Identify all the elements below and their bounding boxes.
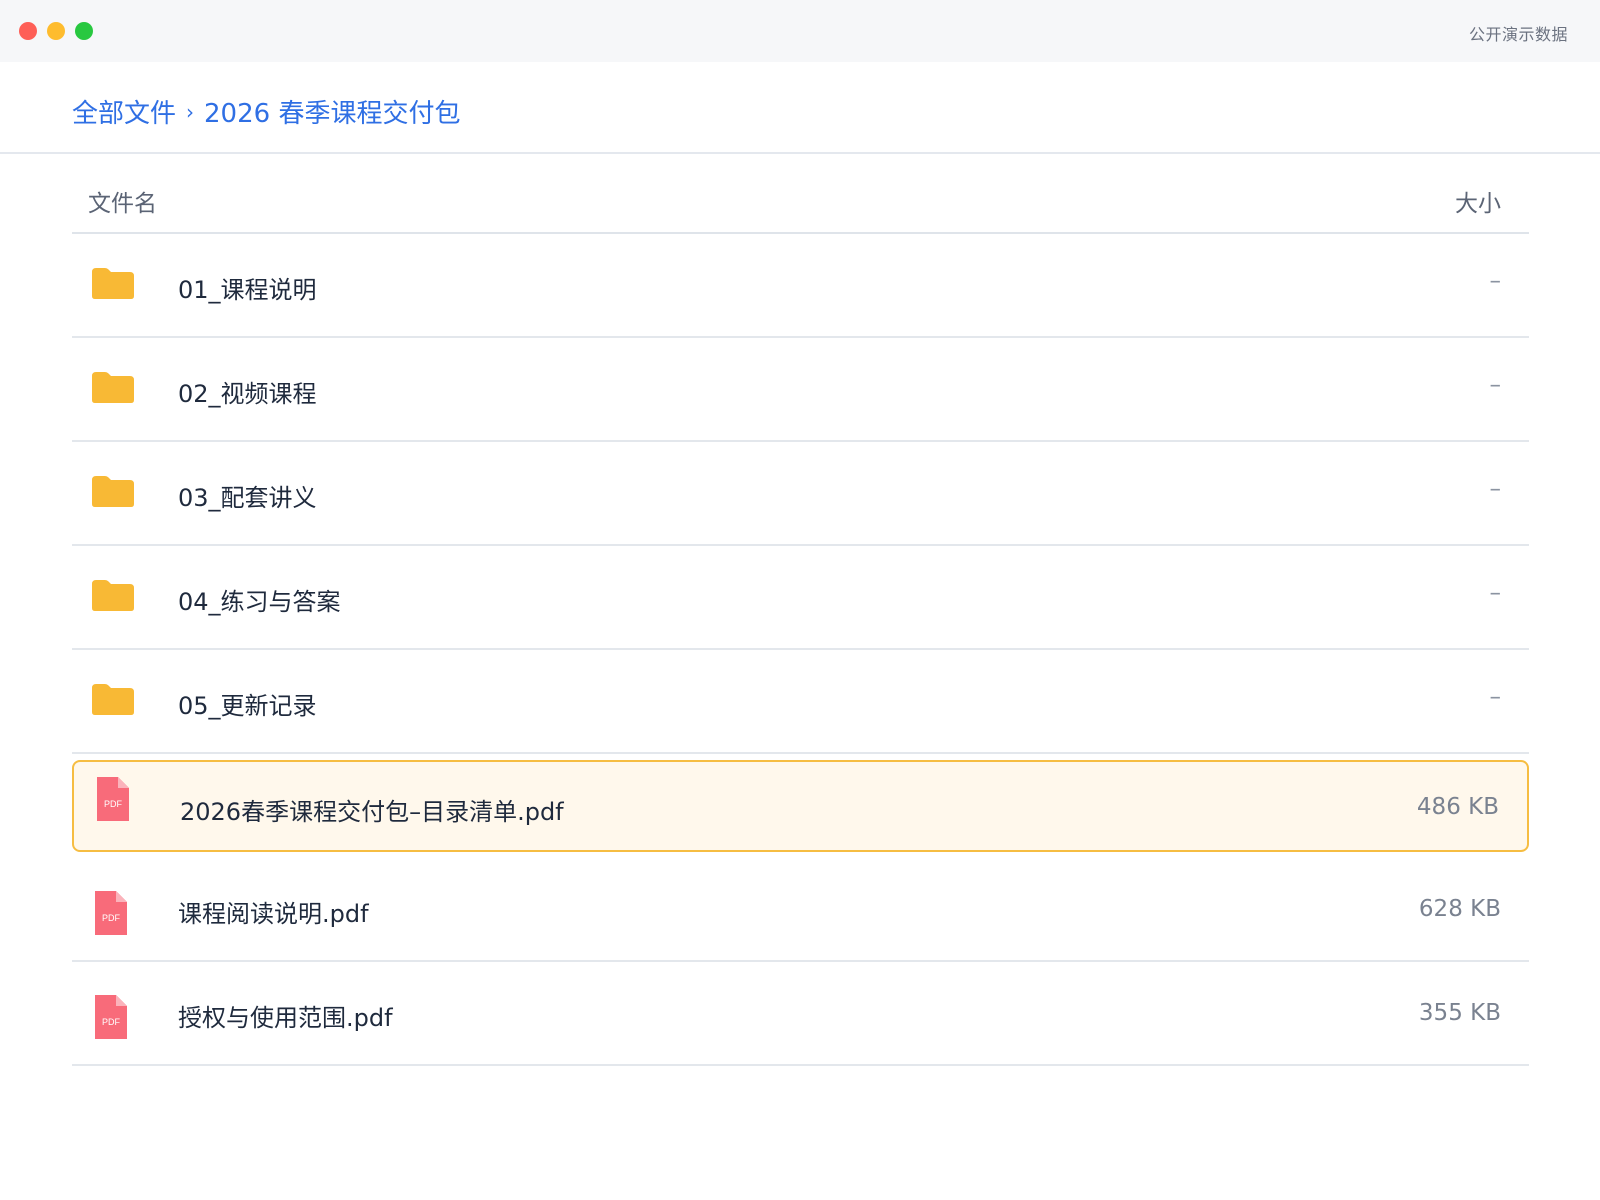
file-size: – xyxy=(1489,580,1502,606)
file-name: 03_配套讲义 xyxy=(178,484,317,512)
pdf-icon: PDF xyxy=(90,994,140,1040)
breadcrumb-separator-icon: › xyxy=(186,99,195,124)
breadcrumb: 全部文件 › 2026 春季课程交付包 xyxy=(72,93,460,130)
file-name: 2026春季课程交付包–目录清单.pdf xyxy=(180,798,564,826)
zoom-window-button[interactable] xyxy=(75,22,93,40)
breadcrumb-root[interactable]: 全部文件 xyxy=(72,93,176,130)
table-row[interactable]: 01_课程说明 – xyxy=(72,234,1529,338)
folder-icon xyxy=(90,370,140,416)
file-size: 486 KB xyxy=(1416,794,1499,820)
file-name: 课程阅读说明.pdf xyxy=(178,900,369,928)
file-name: 01_课程说明 xyxy=(178,276,317,304)
table-row[interactable]: PDF 课程阅读说明.pdf 628 KB xyxy=(72,858,1529,962)
folder-icon xyxy=(90,266,140,312)
pdf-icon-label: PDF xyxy=(104,799,123,809)
file-size: – xyxy=(1489,476,1502,502)
folder-icon xyxy=(90,474,140,520)
file-name: 05_更新记录 xyxy=(178,692,317,720)
pdf-icon-label: PDF xyxy=(102,1017,121,1027)
file-name: 04_练习与答案 xyxy=(178,588,341,616)
minimize-window-button[interactable] xyxy=(47,22,65,40)
pdf-icon: PDF xyxy=(92,776,142,822)
title-bar: 公开演示数据 xyxy=(0,0,1600,62)
column-header-size[interactable]: 大小 xyxy=(1455,184,1501,218)
folder-icon xyxy=(90,682,140,728)
table-row[interactable]: 02_视频课程 – xyxy=(72,338,1529,442)
file-name: 02_视频课程 xyxy=(178,380,317,408)
file-size: – xyxy=(1489,268,1502,294)
pdf-icon: PDF xyxy=(90,890,140,936)
folder-icon xyxy=(90,578,140,624)
file-size: 628 KB xyxy=(1418,896,1501,922)
table-row[interactable]: 04_练习与答案 – xyxy=(72,546,1529,650)
window-label: 公开演示数据 xyxy=(1468,25,1568,44)
table-row-selected[interactable]: PDF 2026春季课程交付包–目录清单.pdf 486 KB xyxy=(72,760,1529,852)
table-header: 文件名 大小 xyxy=(72,154,1529,234)
table-row[interactable]: PDF 授权与使用范围.pdf 355 KB xyxy=(72,962,1529,1066)
file-size: 355 KB xyxy=(1418,1000,1501,1026)
file-list: 01_课程说明 –02_视频课程 –03_配套讲义 –04_练习与答案 –05_更新记录… xyxy=(72,234,1529,1066)
file-name: 授权与使用范围.pdf xyxy=(178,1004,393,1032)
file-size: – xyxy=(1489,372,1502,398)
breadcrumb-current[interactable]: 2026 春季课程交付包 xyxy=(204,93,460,130)
pdf-icon-label: PDF xyxy=(102,913,121,923)
breadcrumb-bar: 全部文件 › 2026 春季课程交付包 xyxy=(0,62,1600,154)
file-table: 文件名 大小 01_课程说明 – 02_视频课程 – 03_配套讲义 – 04_练习与答案 –… xyxy=(72,154,1529,1066)
column-header-name[interactable]: 文件名 xyxy=(88,184,157,218)
file-size: – xyxy=(1489,684,1502,710)
table-row[interactable]: 03_配套讲义 – xyxy=(72,442,1529,546)
close-window-button[interactable] xyxy=(19,22,37,40)
table-row[interactable]: 05_更新记录 – xyxy=(72,650,1529,754)
file-manager-window: 公开演示数据 全部文件 › 2026 春季课程交付包 文件名 大小 01_课程说… xyxy=(0,0,1600,1200)
